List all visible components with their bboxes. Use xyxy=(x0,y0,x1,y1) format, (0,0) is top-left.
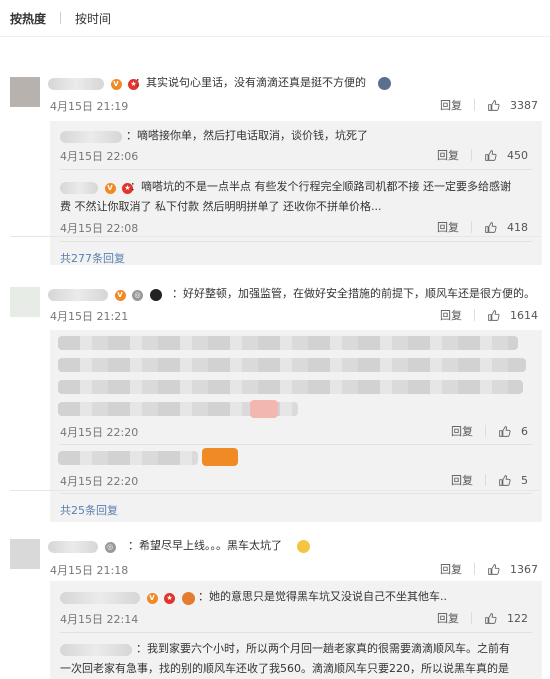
reply-actions: 回复 5 xyxy=(451,472,528,488)
avatar[interactable] xyxy=(10,77,40,107)
emoji-icon xyxy=(378,77,391,90)
avatar[interactable] xyxy=(10,539,40,569)
vip-badge-icon: V xyxy=(110,78,122,90)
more-replies-link[interactable]: 共25条回复 xyxy=(60,502,118,518)
level-badge-icon: ◎ xyxy=(132,289,143,301)
tab-by-time[interactable]: 按时间 xyxy=(75,10,111,27)
like-icon[interactable] xyxy=(498,474,511,487)
like-count: 122 xyxy=(507,611,528,625)
sort-tabs: 按热度 按时间 xyxy=(0,0,550,37)
like-icon[interactable] xyxy=(484,221,497,234)
like-count: 418 xyxy=(507,220,528,234)
reply-author[interactable] xyxy=(60,130,122,143)
like-icon[interactable] xyxy=(498,425,511,438)
reply-button[interactable]: 回复 xyxy=(437,610,459,626)
avatar[interactable] xyxy=(10,287,40,317)
comment-text: ：好好整顿，加强监管，在做好安全措施的前提下，顺风车还是很方便的。 xyxy=(172,287,535,300)
reply-text-line-2: 一次回老家有急事，找的别的顺风车还收了我560。滴滴顺风车只要220，所以说黑车… xyxy=(60,662,509,675)
like-count: 450 xyxy=(507,148,528,162)
comment-actions: 回复 1367 xyxy=(440,561,538,577)
sticker-icon xyxy=(250,400,278,418)
reply-button[interactable]: 回复 xyxy=(451,472,473,488)
comment-author[interactable]: ◎ xyxy=(48,540,116,553)
panda-icon xyxy=(149,289,162,301)
reply-button[interactable]: 回复 xyxy=(440,97,462,113)
reply-time: 4月15日 22:08 xyxy=(60,222,139,235)
comment-text: ：希望尽早上线。。。黑车太坑了 xyxy=(128,539,282,552)
reply-list: 4月15日 22:20 回复 6 4月15日 22:20 回复 5 共25条回复 xyxy=(50,330,542,522)
more-replies-link[interactable]: 共277条回复 xyxy=(60,250,125,266)
blurred-reply-text xyxy=(58,336,518,350)
comment-time: 4月15日 21:19 xyxy=(50,100,129,113)
reply-actions: 回复 418 xyxy=(437,219,528,235)
reply-author[interactable]: V ★ xyxy=(60,591,195,605)
reply-time: 4月15日 22:06 xyxy=(60,150,139,163)
like-count: 1367 xyxy=(510,562,538,576)
like-count: 5 xyxy=(521,473,528,487)
like-icon[interactable] xyxy=(487,563,500,576)
vip-badge-icon: V xyxy=(146,592,158,604)
like-count: 3387 xyxy=(510,98,538,112)
like-icon[interactable] xyxy=(487,309,500,322)
reply-actions: 回复 122 xyxy=(437,610,528,626)
emoji-icon xyxy=(181,591,195,605)
like-count: 1614 xyxy=(510,308,538,322)
comment-author[interactable]: V ◎ xyxy=(48,288,162,301)
reply-button[interactable]: 回复 xyxy=(437,147,459,163)
laugh-emoji-icon xyxy=(297,540,310,553)
reply-actions: 回复 450 xyxy=(437,147,528,163)
blurred-reply-author xyxy=(58,451,198,465)
like-icon[interactable] xyxy=(484,149,497,162)
reply-author[interactable]: V ★ xyxy=(60,181,133,194)
reply-button[interactable]: 回复 xyxy=(440,307,462,323)
vip-badge-icon: V xyxy=(114,289,126,301)
tab-by-popularity[interactable]: 按热度 xyxy=(10,10,46,27)
comment-time: 4月15日 21:21 xyxy=(50,310,129,323)
comment-author[interactable]: V ★ xyxy=(48,77,139,90)
reply-button[interactable]: 回复 xyxy=(440,561,462,577)
reply-button[interactable]: 回复 xyxy=(437,219,459,235)
comment-text: ：其实说句心里话，没有滴滴还真是挺不方便的 xyxy=(135,76,366,89)
comment-actions: 回复 3387 xyxy=(440,97,538,113)
reply-time: 4月15日 22:14 xyxy=(60,613,139,626)
reply-button[interactable]: 回复 xyxy=(451,423,473,439)
like-count: 6 xyxy=(521,424,528,438)
reply-text-line-1: ：我到家要六个小时，所以两个月回一趟老家真的很需要滴滴顺风车。之前有 xyxy=(136,642,510,655)
reply-author[interactable] xyxy=(60,643,132,656)
reply-time: 4月15日 22:20 xyxy=(60,426,139,439)
vip-badge-icon: V xyxy=(104,182,116,194)
reply-text: ：嘀嗒接你单，然后打电话取消，谈价钱，坑死了 xyxy=(126,129,368,142)
reply-actions: 回复 6 xyxy=(451,423,528,439)
reply-list: V ★ ：她的意思只是觉得黑车坑又没说自己不坐其他车.. 4月15日 22:14… xyxy=(50,581,542,679)
reply-text-line-1: ：嘀嗒坑的不是一点半点 有些发个行程完全顺路司机都不接 还一定要多给感谢 xyxy=(130,180,511,193)
like-icon[interactable] xyxy=(484,612,497,625)
reply-text: ：她的意思只是觉得黑车坑又没说自己不坐其他车.. xyxy=(198,590,447,603)
comment-actions: 回复 1614 xyxy=(440,307,538,323)
reply-time: 4月15日 22:20 xyxy=(60,475,139,488)
comment-time: 4月15日 21:18 xyxy=(50,564,129,577)
level-badge-icon: ◎ xyxy=(104,541,116,553)
reply-list: ：嘀嗒接你单，然后打电话取消，谈价钱，坑死了 4月15日 22:06 回复 45… xyxy=(50,121,542,265)
reply-text-line-2: 费 不然让你取消了 私下付款 然后明明拼单了 还收你不拼单价格... xyxy=(60,200,382,213)
like-icon[interactable] xyxy=(487,99,500,112)
sticker-icon xyxy=(202,448,238,466)
member-badge-icon: ★ xyxy=(164,592,175,604)
tab-separator xyxy=(60,12,62,24)
